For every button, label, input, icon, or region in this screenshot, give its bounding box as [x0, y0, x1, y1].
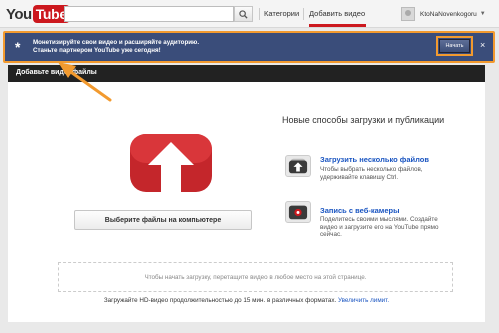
section-header: Добавьте видеофайлы	[8, 65, 485, 82]
upload-arrow-icon[interactable]	[128, 132, 214, 196]
webcam-icon	[285, 201, 311, 223]
nav-divider	[259, 8, 260, 20]
user-menu[interactable]: KtoNaNovenkogoru ▼	[401, 6, 486, 22]
youtube-logo[interactable]: You Tube	[6, 3, 70, 25]
new-ways-title: Новые способы загрузки и публикации	[282, 115, 445, 125]
star-icon: *	[15, 39, 21, 55]
start-button[interactable]: Начать	[439, 39, 470, 53]
nav-upload-link[interactable]: Добавить видео	[309, 9, 365, 18]
multi-upload-link[interactable]: Загрузить несколько файлов	[320, 155, 429, 164]
nav-divider	[303, 8, 304, 20]
banner-text-line1: Монетизируйте свои видео и расширяйте ау…	[33, 39, 200, 46]
partner-banner: * Монетизируйте свои видео и расширяйте …	[5, 33, 493, 61]
avatar	[401, 7, 415, 21]
logo-you-text: You	[6, 5, 32, 23]
multi-file-icon	[285, 155, 311, 177]
increase-limit-link[interactable]: Увеличить лимит.	[338, 297, 389, 304]
username: KtoNaNovenkogoru	[420, 10, 477, 18]
chevron-down-icon: ▼	[479, 11, 486, 17]
search-icon	[239, 9, 248, 19]
multi-upload-desc: Чтобы выбрать несколько файлов, удержива…	[320, 166, 423, 181]
choose-files-button[interactable]: Выберите файлы на компьютере	[74, 210, 252, 230]
webcam-record-link[interactable]: Запись с веб-камеры	[320, 206, 399, 215]
search-input[interactable]	[64, 6, 234, 22]
section-title: Добавьте видеофайлы	[16, 69, 97, 76]
top-bar: You Tube Категории Добавить видео KtoNaN…	[0, 0, 499, 28]
banner-text-line2: Станьте партнером YouTube уже сегодня!	[33, 47, 161, 54]
drop-zone[interactable]: Чтобы начать загрузку, перетащите видео …	[58, 262, 453, 292]
upload-panel: Выберите файлы на компьютере Новые спосо…	[8, 82, 485, 322]
hd-note: Загружайте HD-видео продолжительностью д…	[8, 297, 485, 305]
active-nav-underline	[309, 24, 366, 27]
hd-note-text: Загружайте HD-видео продолжительностью д…	[103, 297, 337, 304]
close-icon[interactable]: ×	[480, 40, 485, 50]
search-button[interactable]	[234, 6, 253, 22]
nav-categories-link[interactable]: Категории	[264, 9, 299, 18]
banner-text: Монетизируйте свои видео и расширяйте ау…	[33, 39, 199, 55]
webcam-record-desc: Поделитесь своими мыслями. Создайте виде…	[320, 216, 439, 238]
